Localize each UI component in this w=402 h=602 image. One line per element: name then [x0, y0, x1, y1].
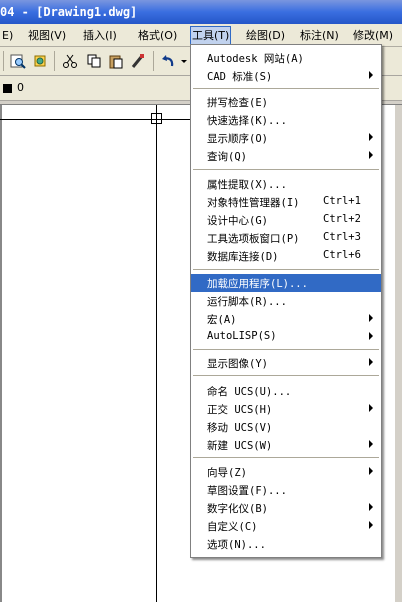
menu-item-cad-standards[interactable]: CAD 标准(S)	[191, 67, 381, 85]
menu-item-spelling[interactable]: 拼写检查(E)	[191, 93, 381, 111]
menu-item-quick-select[interactable]: 快速选择(K)...	[191, 111, 381, 129]
toolbar-separator	[54, 51, 55, 71]
submenu-arrow-icon	[369, 467, 373, 475]
menu-item-properties[interactable]: 对象特性管理器(I) Ctrl+1	[191, 193, 381, 211]
menu-dimension[interactable]: 标注(N)	[300, 27, 339, 44]
submenu-arrow-icon	[369, 521, 373, 529]
menu-format[interactable]: 格式(O)	[138, 27, 177, 44]
menu-item-attribute-extraction[interactable]: 属性提取(X)...	[191, 175, 381, 193]
drawing-left-border	[0, 105, 2, 602]
menu-item-new-ucs[interactable]: 新建 UCS(W)	[191, 436, 381, 454]
menu-item-load-application[interactable]: 加载应用程序(L)...	[191, 274, 381, 292]
submenu-arrow-icon	[369, 503, 373, 511]
submenu-arrow-icon	[369, 404, 373, 412]
drawing-right-border	[395, 105, 402, 602]
menu-separator	[193, 457, 379, 458]
publish-icon[interactable]	[32, 53, 48, 69]
copy-icon[interactable]	[86, 53, 102, 69]
preview-icon[interactable]	[10, 53, 26, 69]
menu-item-tool-palettes[interactable]: 工具选项板窗口(P) Ctrl+3	[191, 229, 381, 247]
submenu-arrow-icon	[369, 358, 373, 366]
menu-item-dbconnect[interactable]: 数据库连接(D) Ctrl+6	[191, 247, 381, 265]
menu-tools[interactable]: 工具(T)	[190, 26, 232, 45]
menu-item-move-ucs[interactable]: 移动 UCS(V)	[191, 418, 381, 436]
menu-separator	[193, 349, 379, 350]
menu-view[interactable]: 视图(V)	[28, 27, 66, 44]
menu-edit[interactable]: E)	[2, 27, 13, 44]
menu-item-orthographic-ucs[interactable]: 正交 UCS(H)	[191, 400, 381, 418]
submenu-arrow-icon	[369, 71, 373, 79]
title-bar: 04 - [Drawing1.dwg]	[0, 0, 402, 24]
submenu-arrow-icon	[369, 440, 373, 448]
crosshair-vertical	[156, 105, 157, 602]
menu-draw[interactable]: 绘图(D)	[246, 27, 285, 44]
undo-dropdown-icon[interactable]	[180, 53, 188, 69]
menu-separator	[193, 169, 379, 170]
paste-icon[interactable]	[108, 53, 124, 69]
menu-item-macro[interactable]: 宏(A)	[191, 310, 381, 328]
menu-item-options[interactable]: 选项(N)...	[191, 535, 381, 553]
menu-item-draw-order[interactable]: 显示顺序(O)	[191, 129, 381, 147]
menu-separator	[193, 88, 379, 89]
menu-item-drafting-settings[interactable]: 草图设置(F)...	[191, 481, 381, 499]
cut-icon[interactable]	[62, 53, 78, 69]
menu-item-run-script[interactable]: 运行脚本(R)...	[191, 292, 381, 310]
menu-separator	[193, 375, 379, 376]
toolbar-separator	[3, 51, 4, 71]
submenu-arrow-icon	[369, 332, 373, 340]
menu-insert[interactable]: 插入(I)	[83, 27, 117, 44]
match-properties-icon[interactable]	[130, 53, 146, 69]
undo-icon[interactable]	[160, 53, 176, 69]
menu-item-wizards[interactable]: 向导(Z)	[191, 463, 381, 481]
submenu-arrow-icon	[369, 314, 373, 322]
menu-item-named-ucs[interactable]: 命名 UCS(U)...	[191, 382, 381, 400]
menu-item-inquiry[interactable]: 查询(Q)	[191, 147, 381, 165]
pick-box-cursor	[151, 113, 162, 124]
menu-item-autodesk-website[interactable]: Autodesk 网站(A)	[191, 49, 381, 67]
submenu-arrow-icon	[369, 133, 373, 141]
crosshair-horizontal	[0, 119, 195, 120]
menu-separator	[193, 269, 379, 270]
menu-item-tablet[interactable]: 数字化仪(B)	[191, 499, 381, 517]
menu-item-design-center[interactable]: 设计中心(G) Ctrl+2	[191, 211, 381, 229]
toolbar-separator	[153, 51, 154, 71]
menu-item-display-image[interactable]: 显示图像(Y)	[191, 354, 381, 372]
window-title: 04 - [Drawing1.dwg]	[0, 5, 138, 19]
submenu-arrow-icon	[369, 151, 373, 159]
menu-item-customize[interactable]: 自定义(C)	[191, 517, 381, 535]
menu-modify[interactable]: 修改(M)	[353, 27, 393, 44]
layer-color-swatch	[3, 84, 12, 93]
tools-dropdown-menu: Autodesk 网站(A) CAD 标准(S) 拼写检查(E) 快速选择(K)…	[190, 44, 382, 558]
menu-item-autolisp[interactable]: AutoLISP(S)	[191, 328, 381, 346]
layer-name[interactable]: 0	[17, 81, 24, 94]
